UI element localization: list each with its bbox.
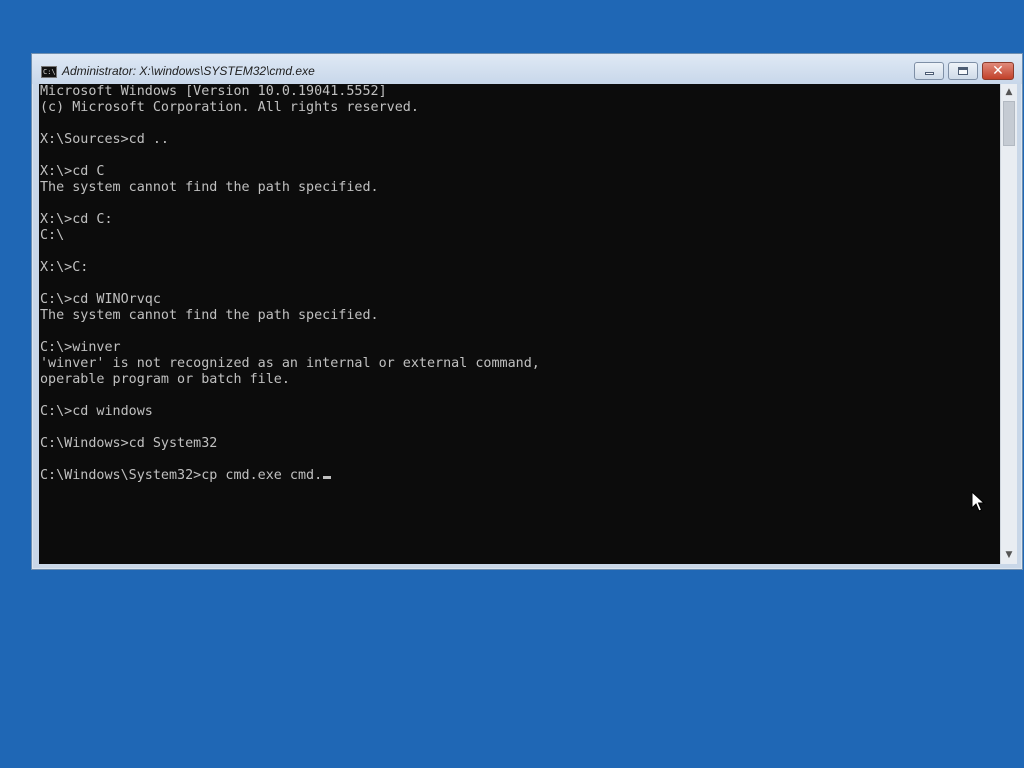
vertical-scrollbar[interactable]: ▲ ▼ [1000, 84, 1017, 564]
console-line: C:\>cd WINOrvqc [40, 292, 161, 307]
console-line: C:\>winver [40, 340, 121, 355]
console-text: Microsoft Windows [Version 10.0.19041.55… [39, 84, 1000, 484]
restore-icon [958, 67, 968, 75]
console-line: The system cannot find the path specifie… [40, 180, 379, 195]
console-line: (c) Microsoft Corporation. All rights re… [40, 100, 419, 115]
minimize-icon [924, 72, 934, 75]
console-line: C:\>cd windows [40, 404, 153, 419]
console-line: X:\>cd C [40, 164, 105, 179]
console-output[interactable]: Microsoft Windows [Version 10.0.19041.55… [39, 84, 1000, 564]
scroll-down-arrow-icon[interactable]: ▼ [1001, 547, 1017, 564]
maximize-button[interactable] [948, 62, 978, 80]
cmd-window[interactable]: C:\ Administrator: X:\windows\SYSTEM32\c… [31, 53, 1023, 570]
console-line: Microsoft Windows [Version 10.0.19041.55… [40, 84, 387, 99]
title-bar[interactable]: C:\ Administrator: X:\windows\SYSTEM32\c… [32, 54, 1022, 84]
mouse-pointer-icon [971, 491, 985, 512]
console-line: X:\Sources>cd .. [40, 132, 169, 147]
close-button[interactable]: ✕ [982, 62, 1014, 80]
console-line: C:\ [40, 228, 65, 243]
minimize-button[interactable] [914, 62, 944, 80]
console-line: operable program or batch file. [40, 372, 290, 387]
text-cursor [323, 476, 332, 479]
scroll-up-arrow-icon[interactable]: ▲ [1001, 84, 1017, 101]
window-title: Administrator: X:\windows\SYSTEM32\cmd.e… [62, 64, 315, 78]
cmd-icon[interactable]: C:\ [41, 66, 57, 78]
console-line: The system cannot find the path specifie… [40, 308, 379, 323]
console-prompt-line: C:\Windows\System32>cp cmd.exe cmd. [40, 468, 1000, 484]
console-line: 'winver' is not recognized as an interna… [40, 356, 540, 371]
close-icon: ✕ [992, 63, 1004, 79]
scroll-thumb[interactable] [1003, 101, 1015, 146]
console-line: X:\>cd C: [40, 212, 113, 227]
console-line: C:\Windows>cd System32 [40, 436, 218, 451]
console-line: X:\>C: [40, 260, 89, 275]
